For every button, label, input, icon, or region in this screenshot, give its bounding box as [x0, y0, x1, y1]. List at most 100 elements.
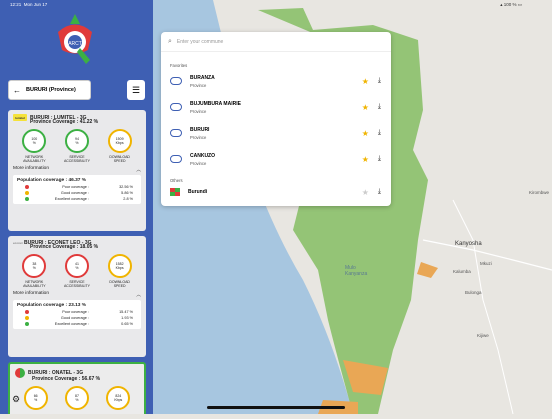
province-selector[interactable]: ← BURURI (Province) [8, 80, 91, 100]
download-icon[interactable]: ⤓ [378, 129, 381, 137]
download-icon[interactable]: ⤓ [378, 188, 381, 196]
commune-item[interactable]: BURANZA Province ★ ⤓ [161, 68, 391, 94]
search-bar[interactable]: ⌕ Enter your commune [161, 32, 391, 52]
gauge-ring: 94 % [64, 129, 89, 153]
sidebar: ARCT ← BURURI (Province) ☰ lumitel BURUR… [0, 0, 153, 414]
map-label: Bulonga [465, 290, 482, 295]
gauge-label: SERVICE ACCESSIBILITY [63, 280, 91, 288]
star-icon[interactable]: ★ [362, 129, 369, 138]
back-arrow-icon[interactable]: ← [13, 86, 21, 95]
gauge-service-accessibility: 87 % [59, 386, 95, 410]
commune-name: CANKUZO [190, 152, 215, 159]
commune-search-panel: ⌕ Enter your commune Favorites BURANZA P… [161, 32, 391, 206]
population-box: Population coverage : 46.37 % Poor cover… [13, 175, 141, 204]
population-box: Population coverage : 23.13 % Poor cover… [13, 300, 141, 329]
gauge-ring: 38 % [22, 254, 47, 278]
province-icon [170, 103, 182, 111]
legend-row-poor: Poor coverage : 15.47 % [17, 310, 137, 314]
province-icon [170, 77, 182, 85]
star-icon[interactable]: ★ [362, 155, 369, 164]
commune-name: BURURI [190, 126, 210, 133]
commune-type: Province [190, 82, 207, 88]
status-battery: ▴ 100 % ▭ [500, 2, 522, 7]
gauge-label: NETWORK AVAILABILITY [23, 155, 46, 163]
legend-name: Poor coverage : [62, 310, 89, 314]
operator-card-lumitel: lumitel BURURI : LUMITEL - 3G Province C… [8, 110, 146, 231]
commune-type: Province [190, 134, 207, 140]
commune-name: BURANZA [190, 74, 215, 81]
map-label: Kalumba [453, 269, 471, 274]
legend-value: 32.56 % [119, 185, 133, 189]
download-icon[interactable]: ⤓ [378, 77, 381, 85]
province-icon [170, 129, 182, 137]
map-label: Kirombwe [529, 190, 550, 195]
gauge-download-speed: 1509 Kbps DOWNLOAD SPEED [102, 129, 138, 163]
gauge-label: NETWORK AVAILABILITY [23, 280, 46, 288]
commune-item[interactable]: CANKUZO Province ★ ⤓ [161, 146, 391, 172]
gauge-ring: 41 % [64, 254, 89, 278]
settings-gear-icon[interactable]: ⚙ [12, 394, 20, 405]
legend-name: Poor coverage : [62, 185, 89, 189]
operator-card-onatel[interactable]: BURURI : ONATEL - 3G Province Coverage :… [8, 362, 146, 414]
lumitel-logo: lumitel [13, 114, 27, 121]
commune-item[interactable]: BURURI Province ★ ⤓ [161, 120, 391, 146]
legend-value: 5.86 % [121, 191, 133, 195]
legend-value: 2.8 % [123, 197, 133, 201]
status-time: 12:21 Mon Jun 17 [10, 2, 48, 7]
province-coverage: Province Coverage : 41.22 % [30, 119, 99, 125]
map-label: Mkuzi [480, 261, 492, 266]
gauge-ring: 100 % [22, 129, 47, 153]
more-information-label: More information [13, 166, 49, 171]
gauge-label: SERVICE ACCESSIBILITY [63, 155, 91, 163]
province-selector-label: BURURI (Province) [26, 87, 76, 93]
more-information-toggle[interactable]: More information ︿ [13, 166, 141, 173]
search-icon: ⌕ [168, 37, 172, 45]
legend-name: Excellent coverage : [54, 197, 89, 201]
burundi-flag-icon [170, 188, 180, 196]
star-outline-icon[interactable]: ★ [362, 188, 369, 197]
legend-name: Good coverage : [60, 191, 89, 195]
commune-item[interactable]: Burundi ★ ⤓ [161, 183, 391, 201]
gauge-label: DOWNLOAD SPEED [109, 155, 130, 163]
population-coverage: Population coverage : 23.13 % [17, 303, 87, 308]
commune-type: Province [190, 160, 207, 166]
province-coverage: Province Coverage : 56.67 % [32, 376, 101, 382]
commune-type: Province [190, 108, 207, 114]
commune-name: Burundi [188, 189, 208, 195]
gauge-label: DOWNLOAD SPEED [109, 280, 130, 288]
gauge-ring: 87 % [64, 386, 89, 410]
commune-item[interactable]: BUJUMBURA MAIRIE Province ★ ⤓ [161, 94, 391, 120]
download-icon[interactable]: ⤓ [378, 103, 381, 111]
legend-value: 0.65 % [121, 322, 133, 326]
arct-logo: ARCT [50, 12, 100, 74]
operator-card-econet: econet BURURI : ECONET LEO - 3G Province… [8, 236, 146, 357]
star-icon[interactable]: ★ [362, 103, 369, 112]
legend-row-good: Good coverage : 5.86 % [17, 191, 137, 195]
status-bar: 12:21 Mon Jun 17 ▴ 100 % ▭ [0, 0, 552, 10]
search-input[interactable]: Enter your commune [177, 39, 223, 45]
commune-name: BUJUMBURA MAIRIE [190, 100, 241, 107]
gauge-ring: 66 % [23, 386, 48, 410]
gauge-network-availability: 66 % [18, 386, 54, 410]
filter-button[interactable]: ☰ [127, 80, 145, 100]
province-coverage: Province Coverage : 18.05 % [30, 244, 99, 250]
gauge-ring: 1509 Kbps [107, 129, 132, 153]
more-information-toggle[interactable]: More information ︿ [13, 291, 141, 298]
map-label: Kanyosha [455, 241, 482, 247]
onatel-logo [15, 368, 25, 378]
legend-value: 1.93 % [121, 316, 133, 320]
chevron-up-icon: ︿ [136, 168, 141, 173]
gauge-service-accessibility: 94 % SERVICE ACCESSIBILITY [59, 129, 95, 163]
legend-row-excellent: Excellent coverage : 2.8 % [17, 197, 137, 201]
legend-name: Excellent coverage : [54, 322, 89, 326]
gauge-ring: 824 Kbps [106, 386, 131, 410]
star-icon[interactable]: ★ [362, 77, 369, 86]
legend-row-poor: Poor coverage : 32.56 % [17, 185, 137, 189]
chevron-up-icon: ︿ [136, 293, 141, 298]
gauge-download-speed: 1582 Kbps DOWNLOAD SPEED [102, 254, 138, 288]
home-indicator[interactable] [207, 406, 345, 409]
svg-text:ARCT: ARCT [68, 41, 82, 47]
download-icon[interactable]: ⤓ [378, 155, 381, 163]
gauge-ring: 1582 Kbps [107, 254, 132, 278]
gauge-network-availability: 38 % NETWORK AVAILABILITY [16, 254, 52, 288]
